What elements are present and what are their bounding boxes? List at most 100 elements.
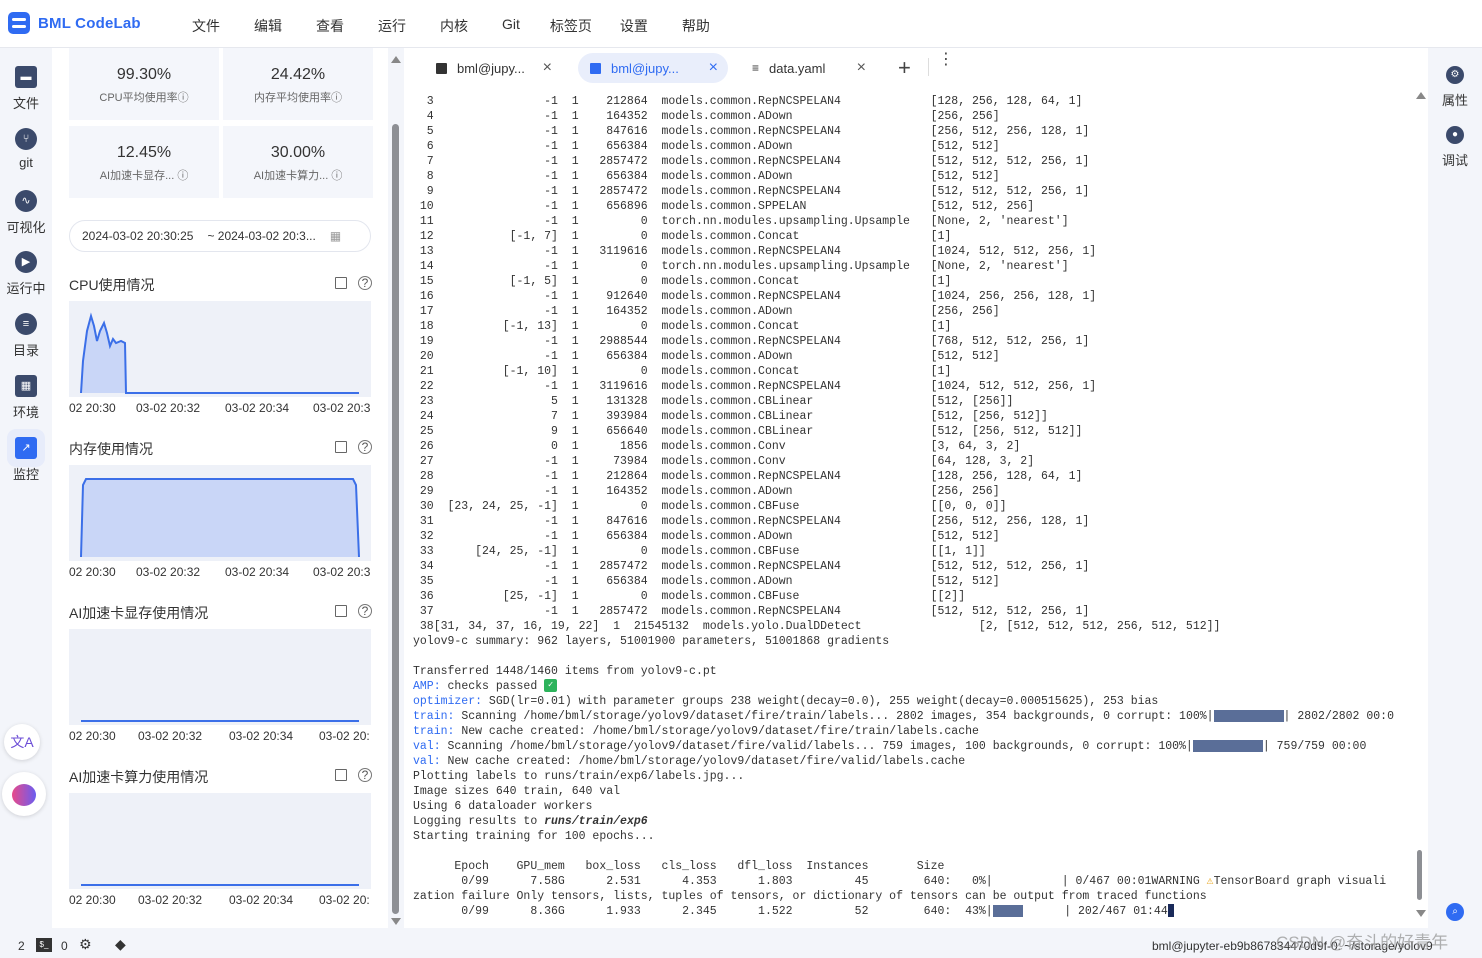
terminal-output[interactable]: 3 -1 1 212864 models.common.RepNCSPELAN4… — [404, 88, 1410, 928]
help-icon[interactable]: ? — [358, 768, 372, 782]
terminal-line: New cache created: /home/bml/storage/yol… — [454, 725, 979, 738]
monitor-icon: ↗ — [15, 437, 37, 459]
terminal-line: Plotting labels to runs/train/exp6/label… — [413, 770, 745, 783]
tab-label: bml@jupy... — [457, 60, 525, 76]
terminal-line: zation failure Only tensors, lists, tupl… — [413, 890, 1207, 903]
ai-memory-chart — [69, 629, 371, 725]
kernel-icon[interactable]: ⚙ — [79, 936, 92, 953]
help-icon[interactable]: ⓘ — [177, 170, 188, 182]
expand-icon[interactable] — [335, 277, 347, 289]
date-end[interactable]: ~ 2024-03-02 20:3... — [207, 229, 315, 243]
tab-data-yaml[interactable]: ≡ data.yaml × — [740, 53, 876, 83]
cpu-chart-xaxis: 02 20:30 03-02 20:32 03-02 20:34 03-02 2… — [69, 401, 371, 417]
expand-icon[interactable] — [335, 769, 347, 781]
terminal-key: optimizer: — [413, 695, 483, 708]
expand-icon[interactable] — [335, 605, 347, 617]
help-icon[interactable]: ? — [358, 276, 372, 290]
help-icon[interactable]: ⓘ — [331, 92, 342, 104]
stat-label: AI加速卡算力... ⓘ — [253, 170, 343, 182]
check-icon: ✓ — [544, 679, 558, 693]
ai-memory-chart-title: AI加速卡显存使用情况 — [69, 605, 209, 621]
status-bar: 2 $_ 0 ⚙ ◆ bml@jupyter-eb9b867834470d9f-… — [0, 932, 1482, 958]
scrollbar-thumb[interactable] — [392, 124, 399, 914]
activity-environment[interactable]: ▦ 环境 — [0, 375, 52, 421]
file-icon: ≡ — [752, 61, 760, 75]
debug-panel-button[interactable]: ● 调试 — [1428, 126, 1482, 169]
date-start[interactable]: 2024-03-02 20:30:25 — [82, 229, 193, 243]
menu-kernel[interactable]: 内核 — [440, 16, 468, 36]
model-row: 22 -1 1 3119616 models.common.RepNCSPELA… — [419, 380, 1097, 393]
help-icon[interactable]: ? — [358, 604, 372, 618]
terminal-line: Scanning /home/bml/storage/yolov9/datase… — [440, 740, 1193, 753]
terminal-icon[interactable]: $_ — [36, 938, 52, 952]
menu-view[interactable]: 查看 — [316, 16, 344, 36]
activity-visualize[interactable]: ∿ 可视化 — [0, 190, 52, 236]
close-icon[interactable]: × — [709, 59, 718, 77]
close-icon[interactable]: × — [857, 59, 866, 77]
help-icon[interactable]: ⓘ — [178, 92, 189, 104]
menu-git[interactable]: Git — [502, 16, 520, 36]
model-row: 15 [-1, 5] 1 0 models.common.Concat [1] — [419, 275, 952, 288]
tab-label: bml@jupy... — [611, 60, 679, 76]
activity-toc[interactable]: ≡ 目录 — [0, 313, 52, 359]
debug-icon: ● — [1446, 126, 1464, 144]
menu-settings[interactable]: 设置 — [620, 16, 648, 36]
activity-monitor[interactable]: ↗ 监控 — [0, 437, 52, 483]
scrollbar-thumb[interactable] — [1417, 850, 1422, 900]
menu-tabs[interactable]: 标签页 — [550, 16, 592, 36]
terminal-line: SGD(lr=0.01) with parameter groups 238 w… — [482, 695, 1159, 708]
translate-button[interactable]: 文A — [4, 724, 40, 760]
git-branch-icon[interactable]: ◆ — [115, 936, 126, 953]
activity-file[interactable]: ▬ 文件 — [0, 66, 52, 112]
search-button[interactable]: ⌕ — [1446, 903, 1464, 921]
model-row: 18 [-1, 13] 1 0 models.common.Concat [1] — [419, 320, 952, 333]
terminal-icon — [436, 62, 447, 74]
expand-icon[interactable] — [335, 441, 347, 453]
activity-git[interactable]: ⑂ git — [0, 128, 52, 170]
panel-scrollbar[interactable] — [388, 48, 404, 928]
model-row: 31 -1 1 847616 models.common.RepNCSPELAN… — [419, 515, 1090, 528]
scroll-up-icon[interactable] — [1416, 92, 1426, 99]
folder-icon: ▬ — [15, 66, 37, 88]
menu-edit[interactable]: 编辑 — [254, 16, 282, 36]
more-menu-button[interactable]: ⋮ — [938, 52, 954, 68]
tick-label: 03-02 20:34 — [225, 565, 290, 579]
activity-label: 目录 — [12, 343, 39, 358]
ai-compute-chart-plot — [81, 884, 359, 886]
ai-assistant-button[interactable] — [2, 772, 46, 816]
tab-label: data.yaml — [769, 60, 826, 76]
activity-running[interactable]: ▶ 运行中 — [0, 251, 52, 297]
help-icon[interactable]: ? — [358, 440, 372, 454]
epoch-progress — [992, 904, 1023, 917]
right-sidebar: ⚙ 属性 ● 调试 ⌕ — [1428, 48, 1482, 928]
memory-chart — [69, 465, 371, 561]
scroll-down-icon[interactable] — [391, 918, 401, 925]
memory-chart-title: 内存使用情况 — [69, 441, 153, 457]
menu-run[interactable]: 运行 — [378, 16, 406, 36]
help-icon[interactable]: ⓘ — [331, 170, 342, 182]
model-row: 13 -1 1 3119616 models.common.RepNCSPELA… — [419, 245, 1097, 258]
menu-help[interactable]: 帮助 — [682, 16, 710, 36]
terminal-scrollbar[interactable] — [1410, 88, 1428, 928]
terminal-line: Starting training for 100 epochs... — [413, 830, 655, 843]
tick-label: 03-02 20:3 — [313, 401, 371, 415]
stat-value: 99.30% — [116, 66, 172, 83]
model-row: 11 -1 1 0 torch.nn.modules.upsampling.Up… — [419, 215, 1069, 228]
model-row: 9 -1 1 2857472 models.common.RepNCSPELAN… — [426, 185, 1090, 198]
tab-terminal-1[interactable]: bml@jupy... × — [424, 53, 562, 83]
terminal-key: val: — [413, 755, 441, 768]
menu-file[interactable]: 文件 — [192, 16, 220, 36]
status-count: 0 — [61, 939, 68, 953]
scroll-up-icon[interactable] — [391, 56, 401, 63]
terminal-line: Using 6 dataloader workers — [413, 800, 593, 813]
model-row: 19 -1 1 2988544 models.common.RepNCSPELA… — [419, 335, 1090, 348]
model-row: 37 -1 1 2857472 models.common.RepNCSPELA… — [419, 605, 1090, 618]
properties-panel-button[interactable]: ⚙ 属性 — [1428, 66, 1482, 109]
scroll-down-icon[interactable] — [1416, 910, 1426, 917]
new-tab-button[interactable]: + — [898, 55, 911, 81]
terminal-line: runs/train/exp6 — [544, 815, 648, 828]
date-range-picker[interactable]: 2024-03-02 20:30:25 ~ 2024-03-02 20:3...… — [69, 220, 371, 252]
tab-terminal-2[interactable]: bml@jupy... × — [578, 53, 728, 83]
model-row: 5 -1 1 847616 models.common.RepNCSPELAN4… — [426, 125, 1090, 138]
close-icon[interactable]: × — [543, 59, 552, 77]
